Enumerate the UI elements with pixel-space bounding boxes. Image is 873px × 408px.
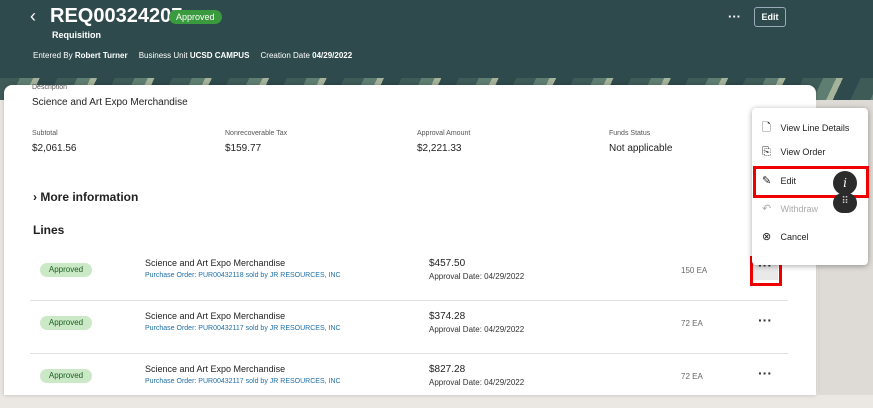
funds-status-label: Funds Status	[609, 130, 651, 137]
menu-item-cancel[interactable]: ⊗ Cancel	[762, 230, 809, 243]
tax-value: $159.77	[225, 143, 262, 154]
line-quantity: 72 EA	[681, 319, 703, 328]
entered-by-value: Robert Turner	[74, 51, 128, 60]
line-status-pill: Approved	[40, 369, 92, 383]
subtotal-value: $2,061.56	[32, 143, 77, 154]
line-row[interactable]: Approved Science and Art Expo Merchandis…	[30, 300, 788, 355]
line-row[interactable]: Approved Science and Art Expo Merchandis…	[30, 353, 788, 408]
line-approval-date: Approval Date: 04/29/2022	[429, 378, 525, 387]
row-divider	[30, 353, 788, 354]
line-row[interactable]: Approved Science and Art Expo Merchandis…	[30, 246, 788, 301]
order-icon: ⎘	[762, 146, 771, 158]
line-status-pill: Approved	[40, 316, 92, 330]
tax-label: Nonrecoverable Tax	[225, 130, 288, 137]
menu-item-view-order[interactable]: ⎘ View Order	[762, 146, 825, 159]
subtotal-label: Subtotal	[32, 130, 58, 137]
funds-status-value: Not applicable	[609, 143, 673, 154]
line-item-name: Science and Art Expo Merchandise	[145, 364, 286, 374]
line-amount: $827.28	[429, 364, 466, 375]
line-more-button[interactable]: ···	[752, 366, 778, 388]
line-po-link[interactable]: Purchase Order: PUR00432117 sold by JR R…	[145, 325, 341, 332]
line-amount: $374.28	[429, 311, 466, 322]
menu-item-label: Withdraw	[780, 204, 819, 214]
header-edit-button[interactable]: Edit	[754, 7, 786, 27]
page-title: REQ00324207	[50, 5, 183, 27]
approval-amount-label: Approval Amount	[417, 130, 471, 137]
line-item-name: Science and Art Expo Merchandise	[145, 258, 286, 268]
description-value: Science and Art Expo Merchandise	[32, 97, 188, 108]
header-more-button[interactable]: ···	[728, 9, 741, 24]
document-search-icon: 🗋	[762, 122, 771, 134]
line-more-button[interactable]: ···	[752, 313, 778, 335]
chevron-right-icon: ›	[33, 190, 37, 204]
back-chevron-icon[interactable]: ‹	[30, 6, 36, 27]
more-information-toggle[interactable]: › More information	[33, 190, 138, 204]
creation-date-label: Creation Date	[260, 51, 310, 60]
creation-date-value: 04/29/2022	[312, 51, 353, 60]
line-amount: $457.50	[429, 258, 466, 269]
menu-item-label: View Order	[780, 147, 826, 157]
menu-item-view-line-details[interactable]: 🗋 View Line Details	[762, 119, 849, 138]
menu-item-label: View Line Details	[780, 123, 850, 133]
more-information-label: More information	[40, 190, 139, 204]
entered-by-label: Entered By	[33, 51, 73, 60]
description-label: Description	[32, 84, 68, 91]
page-subtitle: Requisition	[52, 30, 101, 40]
business-unit-label: Business Unit	[138, 51, 188, 60]
line-approval-date: Approval Date: 04/29/2022	[429, 325, 525, 334]
menu-item-withdraw: ↶ Withdraw	[762, 202, 818, 215]
line-status-pill: Approved	[40, 263, 92, 277]
info-icon[interactable]: i	[833, 171, 857, 195]
line-item-name: Science and Art Expo Merchandise	[145, 311, 286, 321]
line-quantity: 150 EA	[681, 266, 708, 275]
cancel-circle-icon: ⊗	[762, 231, 772, 243]
lines-heading: Lines	[33, 223, 65, 237]
grid-icon[interactable]: ⠿	[833, 193, 857, 213]
row-divider	[30, 300, 788, 301]
line-po-link[interactable]: Purchase Order: PUR00432118 sold by JR R…	[145, 272, 341, 279]
approval-amount-value: $2,221.33	[417, 143, 462, 154]
line-quantity: 72 EA	[681, 372, 703, 381]
undo-icon: ↶	[762, 203, 772, 215]
business-unit-value: UCSD CAMPUS	[189, 51, 250, 60]
menu-item-label: Cancel	[780, 232, 809, 242]
status-badge: Approved	[169, 10, 222, 24]
line-approval-date: Approval Date: 04/29/2022	[429, 272, 525, 281]
line-po-link[interactable]: Purchase Order: PUR00432117 sold by JR R…	[145, 378, 341, 385]
header-meta: Entered By Robert Turner Business Unit U…	[33, 51, 352, 60]
